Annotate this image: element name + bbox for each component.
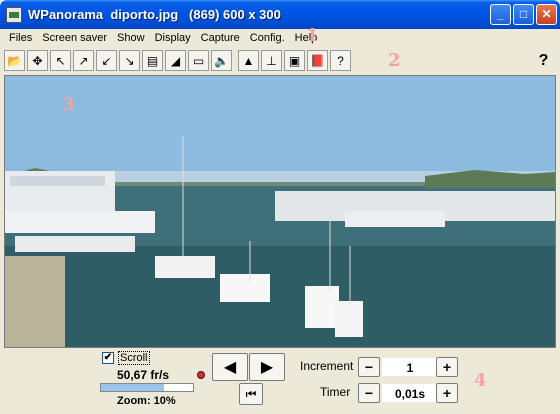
arrow-up-right-icon[interactable]: ↗ (73, 50, 94, 71)
window-title: WPanorama diporto.jpg (869) 600 x 300 (28, 7, 281, 22)
window-icon[interactable]: ▣ (284, 50, 305, 71)
scroll-right-button[interactable]: ▶ (249, 353, 285, 381)
annotation-3: 3 (62, 94, 75, 115)
annotation-2: 2 (388, 50, 401, 71)
book-icon[interactable]: 📕 (307, 50, 328, 71)
scroll-left-button[interactable]: ◀ (212, 353, 248, 381)
annotation-1: 1 (306, 25, 319, 46)
menu-screen-saver[interactable]: Screen saver (37, 32, 112, 44)
zoom-slider[interactable] (100, 383, 194, 392)
image-icon[interactable]: ▤ (142, 50, 163, 71)
zoom-fill (101, 384, 164, 391)
arrow-down-left-icon[interactable]: ↙ (96, 50, 117, 71)
timer-plus-button[interactable]: + (436, 383, 458, 403)
panorama-image (5, 76, 555, 347)
help-icon[interactable]: ? (533, 50, 554, 71)
landscape-icon[interactable]: ◢ (165, 50, 186, 71)
arrow-up-left-icon[interactable]: ↖ (50, 50, 71, 71)
title-bar: WPanorama diporto.jpg (869) 600 x 300 _ … (0, 0, 560, 29)
increment-field[interactable]: 1 (382, 358, 438, 376)
zoom-label: Zoom: 10% (117, 395, 176, 407)
open-file-icon[interactable]: 📂 (4, 50, 25, 71)
toolbar: 📂 ✥ ↖ ↗ ↙ ↘ ▤ ◢ ▭ 🔈 ▲ ⊥ ▣ 📕 ? ? (4, 48, 556, 73)
panorama-viewport[interactable] (4, 75, 556, 348)
increment-plus-button[interactable]: + (436, 357, 458, 377)
menu-bar: Files Screen saver Show Display Capture … (4, 29, 556, 47)
arrow-down-right-icon[interactable]: ↘ (119, 50, 140, 71)
menu-show[interactable]: Show (112, 32, 150, 44)
menu-config[interactable]: Config. (245, 32, 290, 44)
record-indicator-icon (197, 371, 205, 379)
frame-rate: 50,67 fr/s (117, 368, 170, 382)
minimize-button[interactable]: _ (490, 4, 511, 25)
help-book-icon[interactable]: ? (330, 50, 351, 71)
maximize-button[interactable]: □ (513, 4, 534, 25)
increment-label: Increment (300, 359, 354, 373)
scroll-label[interactable]: Scroll (118, 351, 150, 365)
panorama-strip-icon[interactable]: ▭ (188, 50, 209, 71)
close-button[interactable]: ✕ (536, 4, 557, 25)
annotation-4: 4 (474, 370, 487, 391)
app-icon[interactable] (6, 6, 22, 23)
timer-label: Timer (320, 385, 351, 399)
menu-display[interactable]: Display (150, 32, 196, 44)
tree-icon[interactable]: ⊥ (261, 50, 282, 71)
first-frame-button[interactable]: ⏮ (239, 383, 263, 405)
timer-minus-button[interactable]: − (358, 383, 380, 403)
increment-minus-button[interactable]: − (358, 357, 380, 377)
center-arrows-icon[interactable]: ✥ (27, 50, 48, 71)
scroll-checkbox[interactable]: ✔ (102, 352, 114, 364)
menu-files[interactable]: Files (4, 32, 37, 44)
timer-field[interactable]: 0,01s (382, 384, 438, 402)
mountain-icon[interactable]: ▲ (238, 50, 259, 71)
menu-capture[interactable]: Capture (196, 32, 245, 44)
speaker-icon[interactable]: 🔈 (211, 50, 232, 71)
